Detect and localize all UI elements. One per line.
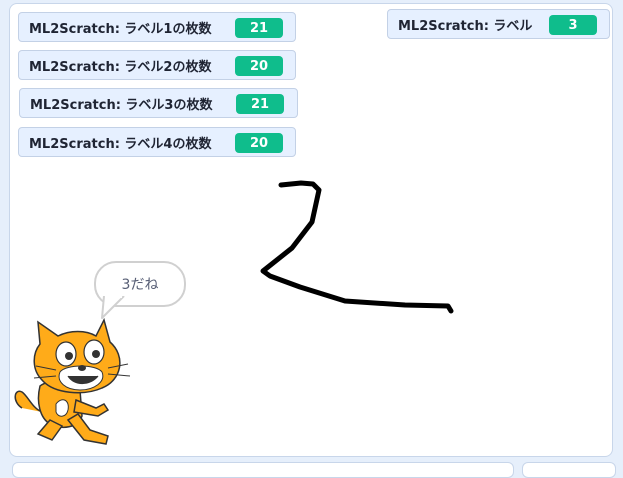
stage[interactable]: ML2Scratch: ラベル1の枚数 21 ML2Scratch: ラベル2の… — [9, 3, 613, 457]
bottom-panel-right — [522, 462, 616, 478]
scratch-cat-sprite[interactable] — [10, 316, 140, 451]
bottom-panel-left — [12, 462, 514, 478]
speech-bubble-text: 3だね — [121, 277, 159, 293]
